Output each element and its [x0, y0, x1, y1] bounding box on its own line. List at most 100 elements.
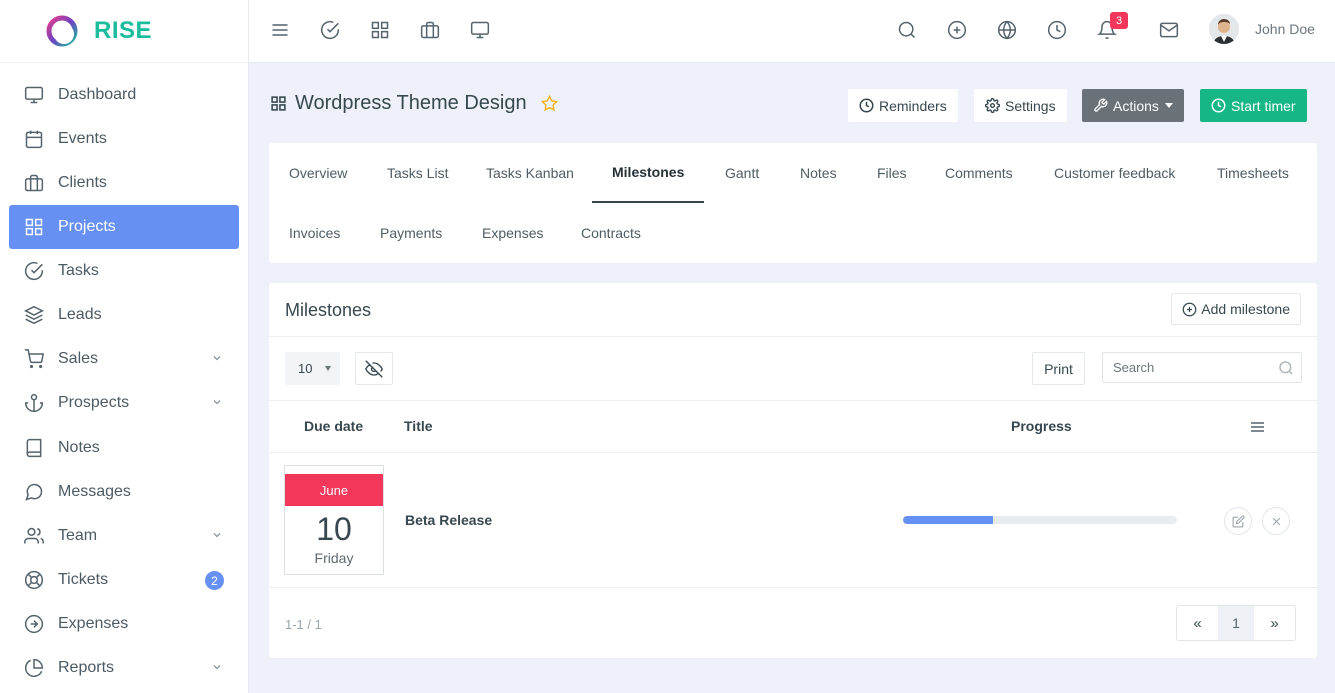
sidebar-item-label: Tasks [58, 262, 99, 279]
column-header-due-date[interactable]: Due date [304, 418, 363, 434]
milestone-progress-bar [903, 516, 1177, 524]
delete-milestone-button[interactable] [1262, 507, 1290, 535]
sidebar-item-sales[interactable]: Sales [9, 337, 239, 381]
actions-dropdown-button[interactable]: Actions [1082, 89, 1184, 122]
caret-down-icon [1164, 103, 1173, 108]
check-circle-icon [24, 262, 44, 281]
sidebar-item-notes[interactable]: Notes [9, 426, 239, 470]
tab-notes[interactable]: Notes [780, 143, 857, 203]
user-name[interactable]: John Doe [1255, 21, 1315, 37]
reminders-button[interactable]: Reminders [848, 89, 958, 122]
sidebar-item-label: Prospects [58, 394, 130, 411]
briefcase-icon[interactable] [420, 20, 440, 40]
message-circle-icon [25, 483, 43, 501]
clock-icon [1211, 98, 1226, 113]
page-size-value: 10 [298, 361, 313, 376]
sidebar-item-reports[interactable]: Reports [9, 646, 239, 690]
plus-circle-icon [1182, 302, 1197, 316]
topbar: 3 John Doe [249, 0, 1335, 63]
column-visibility-button[interactable] [355, 352, 393, 385]
sidebar-item-expenses[interactable]: Expenses [9, 602, 239, 646]
pagination-info: 1-1 / 1 [285, 617, 322, 632]
gear-icon [985, 98, 1000, 113]
divider [269, 587, 1317, 588]
column-header-title[interactable]: Title [404, 418, 433, 434]
grid-icon[interactable] [370, 20, 390, 40]
star-icon[interactable] [540, 95, 558, 112]
settings-label: Settings [1005, 97, 1056, 114]
sidebar-item-prospects[interactable]: Prospects [9, 381, 239, 425]
mail-icon[interactable] [1159, 20, 1179, 40]
sidebar-item-projects[interactable]: Projects [9, 205, 239, 249]
chevron-down-icon [213, 356, 221, 361]
progress-fill [903, 516, 994, 524]
clock-icon[interactable] [1047, 20, 1067, 40]
tab-files[interactable]: Files [857, 143, 927, 203]
user-avatar-icon [1209, 14, 1239, 44]
sidebar-item-messages[interactable]: Messages [9, 470, 239, 514]
sidebar-item-team[interactable]: Team [9, 514, 239, 558]
grid-icon [25, 218, 43, 236]
tab-tasks-kanban[interactable]: Tasks Kanban [466, 143, 594, 203]
page-size-select[interactable]: 10 [285, 352, 340, 385]
sidebar-item-label: Team [58, 527, 98, 544]
tab-gantt[interactable]: Gantt [705, 143, 779, 203]
tab-timesheets[interactable]: Timesheets [1197, 143, 1309, 203]
sidebar-item-label: Reports [58, 659, 115, 676]
divider [269, 336, 1317, 337]
pie-chart-icon [24, 658, 44, 678]
tab-customer-feedback[interactable]: Customer feedback [1034, 143, 1195, 203]
tab-milestones[interactable]: Milestones [592, 143, 705, 203]
page-number-button[interactable]: 1 [1218, 606, 1254, 640]
sidebar-item-events[interactable]: Events [9, 117, 239, 161]
brand[interactable]: RISE [0, 0, 248, 63]
calendar-icon [25, 130, 43, 149]
sidebar-item-tickets[interactable]: Tickets 2 [9, 558, 239, 602]
tab-expenses[interactable]: Expenses [462, 203, 563, 263]
add-milestone-button[interactable]: Add milestone [1171, 293, 1301, 325]
due-date-calendar: June 10 Friday [284, 465, 384, 575]
settings-button[interactable]: Settings [974, 89, 1067, 122]
prev-page-button[interactable]: « [1177, 606, 1218, 640]
sidebar-item-leads[interactable]: Leads [9, 293, 239, 337]
column-header-progress[interactable]: Progress [1011, 418, 1072, 434]
eye-off-icon [365, 359, 383, 378]
edit-milestone-button[interactable] [1224, 507, 1252, 535]
panel-title: Milestones [285, 300, 372, 320]
tab-overview[interactable]: Overview [269, 143, 367, 203]
column-options-icon[interactable] [1250, 421, 1265, 433]
reminders-label: Reminders [879, 97, 947, 114]
notification-count-badge: 3 [1110, 12, 1128, 29]
search-input[interactable] [1103, 353, 1268, 382]
search-icon[interactable] [897, 20, 917, 40]
tab-contracts[interactable]: Contracts [561, 203, 661, 263]
avatar[interactable] [1209, 14, 1239, 44]
globe-icon[interactable] [997, 20, 1017, 40]
rise-logo-icon [46, 15, 78, 47]
divider [269, 452, 1317, 453]
sidebar-item-label: Notes [58, 439, 100, 456]
search-icon [1279, 361, 1293, 375]
sidebar-item-dashboard[interactable]: Dashboard [9, 73, 239, 117]
start-timer-button[interactable]: Start timer [1200, 89, 1307, 122]
book-icon [26, 438, 42, 458]
sidebar-item-tasks[interactable]: Tasks [9, 249, 239, 293]
plus-circle-icon[interactable] [947, 20, 967, 40]
tab-comments[interactable]: Comments [925, 143, 1033, 203]
next-page-button[interactable]: » [1254, 606, 1295, 640]
chevron-down-icon [213, 665, 221, 670]
menu-toggle-icon[interactable] [270, 20, 290, 40]
sidebar-item-label: Tickets [58, 571, 109, 588]
tab-payments[interactable]: Payments [360, 203, 462, 263]
tab-invoices[interactable]: Invoices [269, 203, 360, 263]
check-circle-icon[interactable] [320, 20, 340, 40]
print-button[interactable]: Print [1032, 352, 1085, 385]
arrow-right-circle-icon [24, 614, 44, 634]
monitor-icon[interactable] [470, 20, 490, 40]
sidebar-item-clients[interactable]: Clients [9, 161, 239, 205]
project-tabs: Overview Tasks List Tasks Kanban Milesto… [269, 143, 1317, 263]
start-timer-label: Start timer [1231, 97, 1296, 114]
tab-tasks-list[interactable]: Tasks List [367, 143, 468, 203]
page-title: Wordpress Theme Design [295, 92, 527, 114]
tickets-count-badge: 2 [205, 571, 224, 590]
